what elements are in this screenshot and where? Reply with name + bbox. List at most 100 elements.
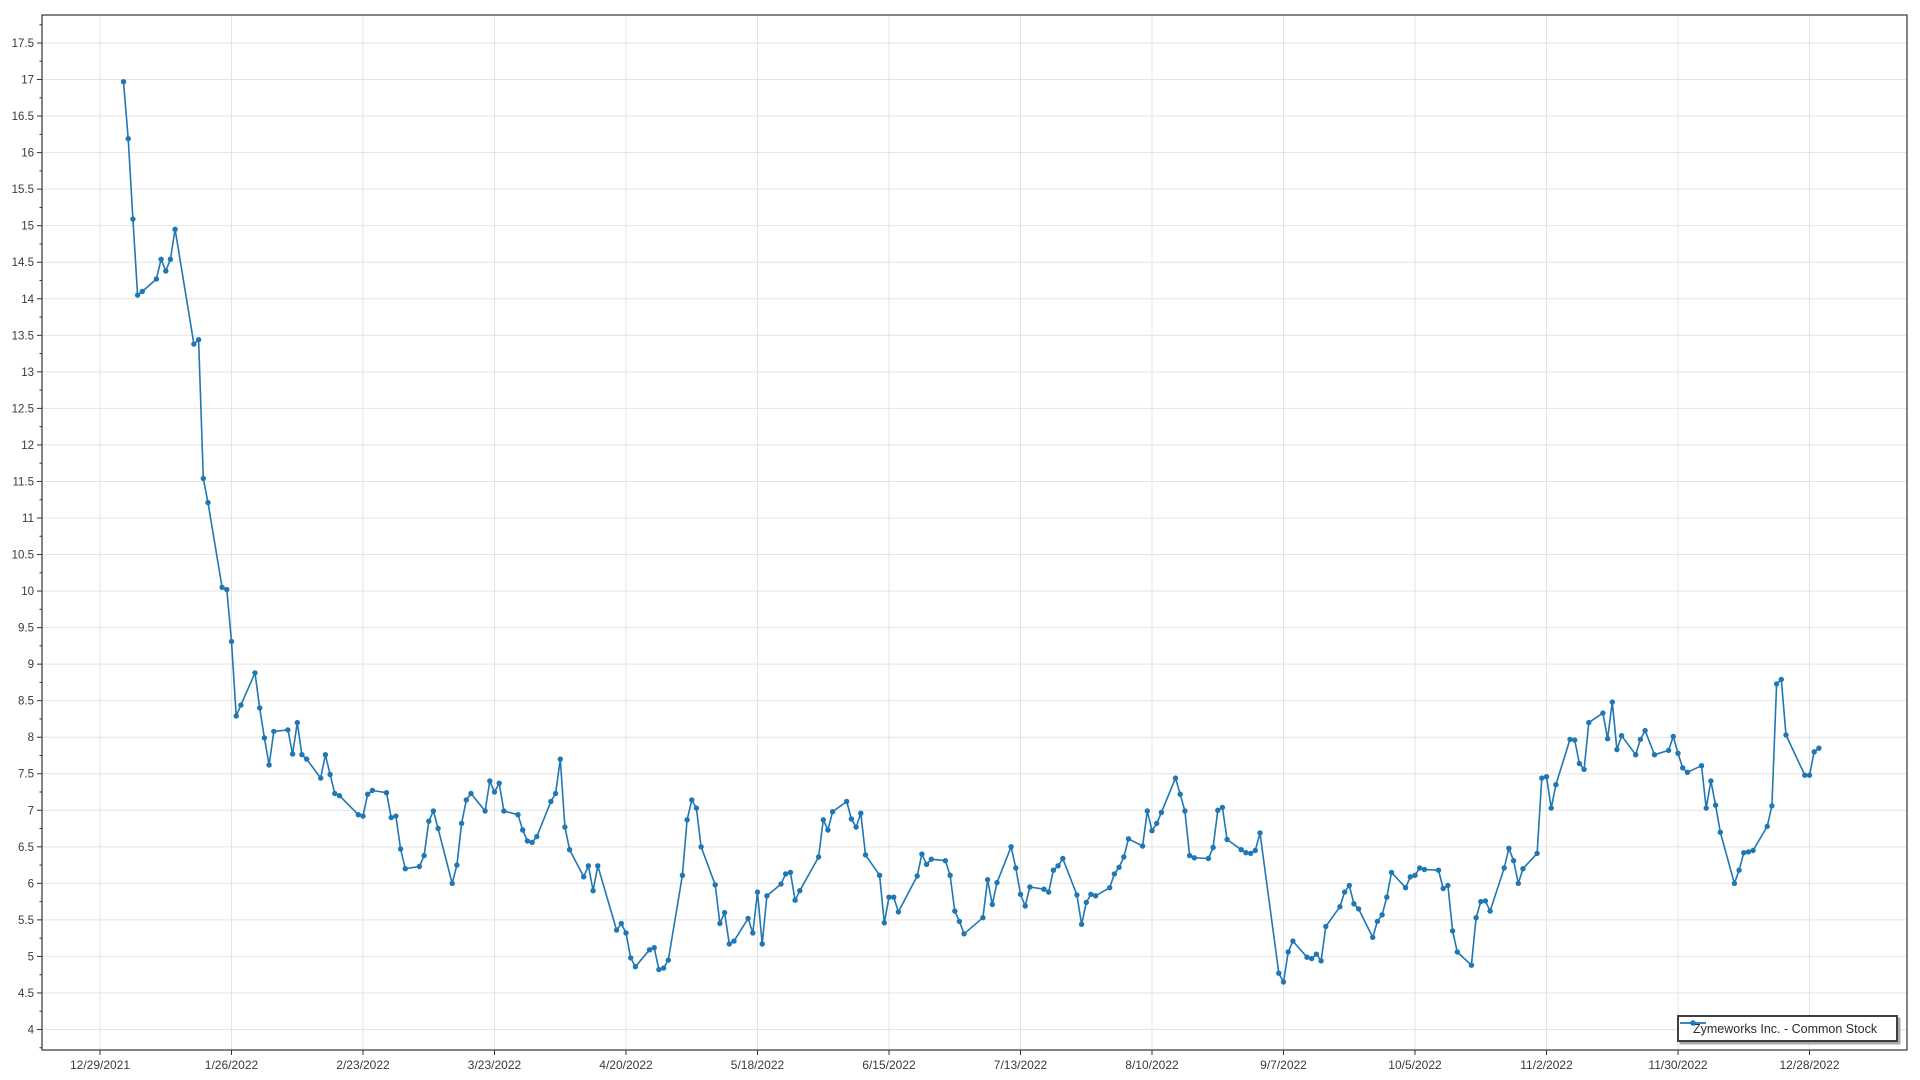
data-point[interactable] bbox=[713, 882, 718, 887]
data-point[interactable] bbox=[1304, 955, 1309, 960]
data-point[interactable] bbox=[1408, 874, 1413, 879]
data-point[interactable] bbox=[201, 476, 206, 481]
data-point[interactable] bbox=[534, 834, 539, 839]
data-point[interactable] bbox=[464, 797, 469, 802]
data-point[interactable] bbox=[1544, 774, 1549, 779]
data-point[interactable] bbox=[943, 858, 948, 863]
data-point[interactable] bbox=[1506, 846, 1511, 851]
data-point[interactable] bbox=[487, 778, 492, 783]
data-point[interactable] bbox=[1473, 915, 1478, 920]
data-point[interactable] bbox=[168, 257, 173, 262]
data-point[interactable] bbox=[1483, 898, 1488, 903]
data-point[interactable] bbox=[121, 79, 126, 84]
data-point[interactable] bbox=[853, 824, 858, 829]
data-point[interactable] bbox=[1079, 922, 1084, 927]
data-point[interactable] bbox=[1018, 892, 1023, 897]
data-point[interactable] bbox=[426, 819, 431, 824]
data-point[interactable] bbox=[238, 702, 243, 707]
data-point[interactable] bbox=[130, 216, 135, 221]
data-point[interactable] bbox=[365, 792, 370, 797]
data-point[interactable] bbox=[680, 873, 685, 878]
data-point[interactable] bbox=[698, 844, 703, 849]
data-point[interactable] bbox=[271, 729, 276, 734]
data-point[interactable] bbox=[1116, 865, 1121, 870]
data-point[interactable] bbox=[1084, 900, 1089, 905]
data-point[interactable] bbox=[1281, 979, 1286, 984]
stock-line-chart-canvas[interactable]: 44.555.566.577.588.599.51010.51111.51212… bbox=[0, 0, 1920, 1080]
data-point[interactable] bbox=[318, 775, 323, 780]
data-point[interactable] bbox=[1445, 883, 1450, 888]
data-point[interactable] bbox=[482, 808, 487, 813]
data-point[interactable] bbox=[882, 920, 887, 925]
data-point[interactable] bbox=[1403, 885, 1408, 890]
data-point[interactable] bbox=[1577, 761, 1582, 766]
data-point[interactable] bbox=[558, 756, 563, 761]
data-point[interactable] bbox=[497, 781, 502, 786]
data-point[interactable] bbox=[257, 705, 262, 710]
data-point[interactable] bbox=[783, 871, 788, 876]
data-point[interactable] bbox=[219, 585, 224, 590]
data-point[interactable] bbox=[304, 756, 309, 761]
data-point[interactable] bbox=[252, 670, 257, 675]
data-point[interactable] bbox=[1187, 853, 1192, 858]
data-point[interactable] bbox=[421, 853, 426, 858]
data-point[interactable] bbox=[1614, 747, 1619, 752]
data-point[interactable] bbox=[337, 793, 342, 798]
data-point[interactable] bbox=[435, 826, 440, 831]
data-point[interactable] bbox=[684, 817, 689, 822]
data-point[interactable] bbox=[1642, 728, 1647, 733]
data-point[interactable] bbox=[797, 888, 802, 893]
data-point[interactable] bbox=[745, 916, 750, 921]
legend-box[interactable]: Zymeworks Inc. - Common Stock bbox=[1677, 1015, 1898, 1042]
data-point[interactable] bbox=[1779, 677, 1784, 682]
data-point[interactable] bbox=[1605, 736, 1610, 741]
data-point[interactable] bbox=[1619, 733, 1624, 738]
data-point[interactable] bbox=[529, 840, 534, 845]
data-point[interactable] bbox=[1549, 805, 1554, 810]
data-point[interactable] bbox=[1469, 963, 1474, 968]
data-point[interactable] bbox=[332, 791, 337, 796]
data-point[interactable] bbox=[398, 846, 403, 851]
data-point[interactable] bbox=[515, 812, 520, 817]
data-point[interactable] bbox=[1126, 836, 1131, 841]
data-point[interactable] bbox=[1478, 899, 1483, 904]
data-point[interactable] bbox=[633, 964, 638, 969]
data-point[interactable] bbox=[1455, 949, 1460, 954]
data-point[interactable] bbox=[1309, 956, 1314, 961]
data-point[interactable] bbox=[562, 824, 567, 829]
data-point[interactable] bbox=[1412, 873, 1417, 878]
data-point[interactable] bbox=[1610, 699, 1615, 704]
data-point[interactable] bbox=[1666, 748, 1671, 753]
data-point[interactable] bbox=[731, 938, 736, 943]
data-point[interactable] bbox=[1224, 837, 1229, 842]
data-point[interactable] bbox=[205, 500, 210, 505]
data-point[interactable] bbox=[755, 889, 760, 894]
data-point[interactable] bbox=[1286, 949, 1291, 954]
data-point[interactable] bbox=[1572, 737, 1577, 742]
data-point[interactable] bbox=[454, 862, 459, 867]
data-point[interactable] bbox=[1257, 830, 1262, 835]
data-point[interactable] bbox=[417, 864, 422, 869]
data-point[interactable] bbox=[1816, 746, 1821, 751]
data-point[interactable] bbox=[985, 877, 990, 882]
data-point[interactable] bbox=[126, 136, 131, 141]
data-point[interactable] bbox=[135, 292, 140, 297]
data-point[interactable] bbox=[360, 813, 365, 818]
data-point[interactable] bbox=[1732, 881, 1737, 886]
data-point[interactable] bbox=[647, 947, 652, 952]
data-point[interactable] bbox=[431, 808, 436, 813]
data-point[interactable] bbox=[1807, 773, 1812, 778]
data-point[interactable] bbox=[1633, 752, 1638, 757]
data-point[interactable] bbox=[1802, 773, 1807, 778]
data-point[interactable] bbox=[1140, 843, 1145, 848]
data-points[interactable] bbox=[121, 79, 1822, 985]
data-point[interactable] bbox=[501, 808, 506, 813]
data-point[interactable] bbox=[1736, 868, 1741, 873]
data-point[interactable] bbox=[957, 919, 962, 924]
data-point[interactable] bbox=[727, 941, 732, 946]
data-point[interactable] bbox=[1741, 850, 1746, 855]
data-point[interactable] bbox=[548, 799, 553, 804]
data-point[interactable] bbox=[290, 751, 295, 756]
data-point[interactable] bbox=[760, 941, 765, 946]
data-point[interactable] bbox=[929, 857, 934, 862]
